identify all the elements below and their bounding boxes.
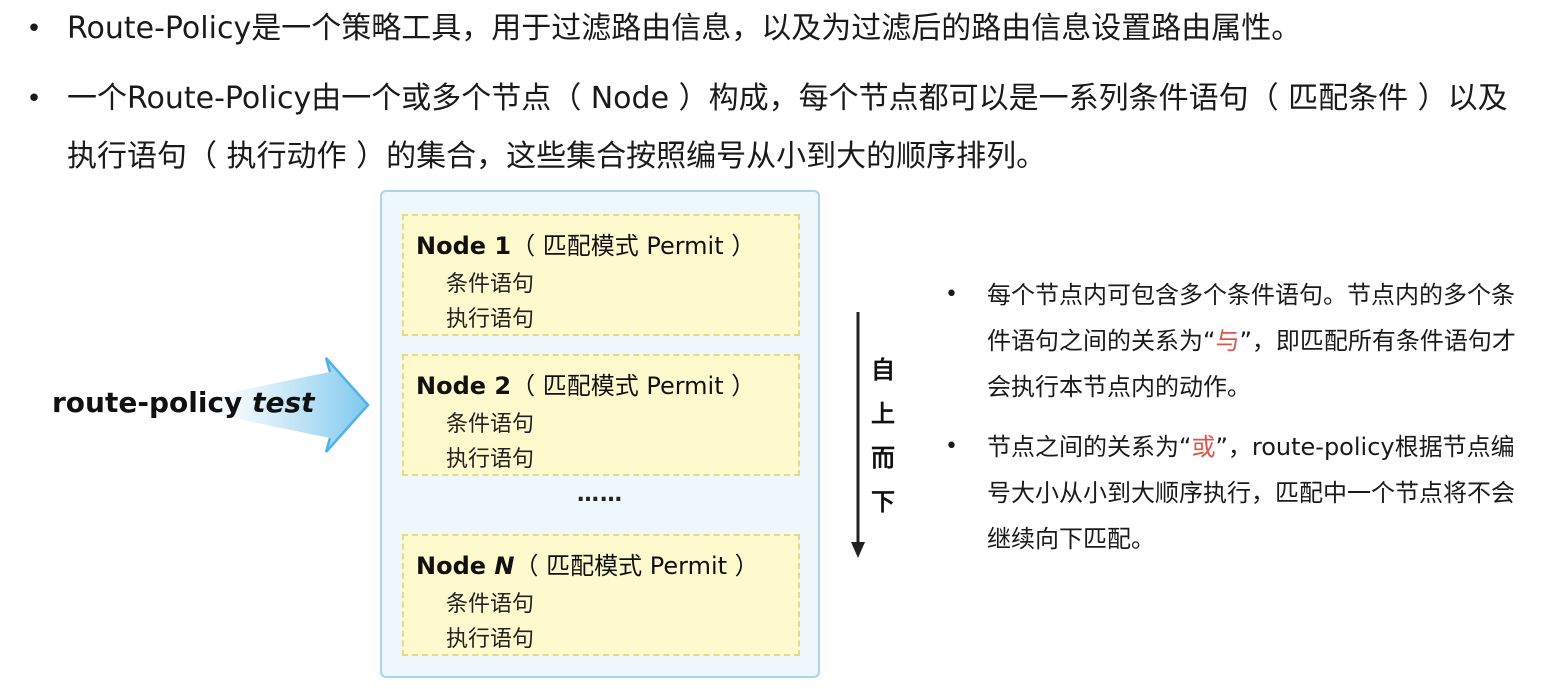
node-action-text: 执行语句 bbox=[446, 627, 535, 652]
node-action-text: 执行语句 bbox=[446, 307, 535, 332]
bullet-dot: • bbox=[945, 434, 958, 459]
node-title: Node 1（ 匹配模式 Permit ） bbox=[416, 226, 755, 261]
node-box-n: Node N（ 匹配模式 Permit ） 条件语句 执行语句 bbox=[402, 534, 800, 656]
node-condition-text: 条件语句 bbox=[446, 412, 535, 437]
node-condition-text: 条件语句 bbox=[446, 592, 535, 617]
note-text: 节点之间的关系为“ bbox=[987, 433, 1192, 461]
policy-keyword: route-policy bbox=[52, 386, 243, 419]
node-mode: （ 匹配模式 Permit ） bbox=[511, 232, 756, 260]
slide: • Route-Policy是一个策略工具，用于过滤路由信息，以及为过滤后的路由… bbox=[0, 0, 1553, 689]
node-label-var: N bbox=[494, 552, 515, 580]
intro-bullet-2-text: 一个Route-Policy由一个或多个节点（ Node ）构成，每个节点都可以… bbox=[67, 81, 1508, 174]
highlight-text: 或 bbox=[1191, 433, 1216, 461]
direction-char: 而 bbox=[871, 444, 895, 472]
highlight-text: 与 bbox=[1215, 327, 1240, 355]
bullet-dot: • bbox=[26, 14, 42, 44]
node-mode: （ 匹配模式 Permit ） bbox=[514, 552, 759, 580]
direction-char: 上 bbox=[871, 400, 895, 428]
policy-name: test bbox=[252, 386, 315, 419]
direction-char: 自 bbox=[871, 356, 895, 384]
note-bullet-2-text: 节点之间的关系为“或”，route-policy根据节点编号大小从小到大顺序执行… bbox=[987, 424, 1527, 562]
node-condition-text: 条件语句 bbox=[446, 272, 535, 297]
node-action-text: 执行语句 bbox=[446, 447, 535, 472]
note-bullet-1-text: 每个节点内可包含多个条件语句。节点内的多个条件语句之间的关系为“与”，即匹配所有… bbox=[987, 272, 1527, 410]
node-label: Node 1 bbox=[416, 232, 512, 260]
node-title: Node 2（ 匹配模式 Permit ） bbox=[416, 366, 755, 401]
node-title: Node N（ 匹配模式 Permit ） bbox=[416, 546, 759, 581]
node-label: Node N bbox=[416, 552, 514, 580]
ellipsis: …… bbox=[577, 482, 623, 507]
route-policy-container: Node 1（ 匹配模式 Permit ） 条件语句 执行语句 Node 2（ … bbox=[380, 190, 820, 678]
down-arrow-icon bbox=[851, 312, 865, 558]
intro-bullet-1-text: Route-Policy是一个策略工具，用于过滤路由信息，以及为过滤后的路由信息… bbox=[67, 11, 1302, 46]
bullet-dot: • bbox=[26, 84, 42, 114]
node-label: Node 2 bbox=[416, 372, 512, 400]
direction-char: 下 bbox=[871, 488, 895, 516]
node-box-1: Node 1（ 匹配模式 Permit ） 条件语句 执行语句 bbox=[402, 214, 800, 336]
node-box-2: Node 2（ 匹配模式 Permit ） 条件语句 执行语句 bbox=[402, 354, 800, 476]
node-label-prefix: Node bbox=[416, 552, 495, 580]
node-mode: （ 匹配模式 Permit ） bbox=[511, 372, 756, 400]
policy-name-label: route-policy test bbox=[52, 386, 315, 419]
direction-label: 自 上 而 下 bbox=[868, 348, 898, 524]
bullet-dot: • bbox=[945, 282, 958, 307]
